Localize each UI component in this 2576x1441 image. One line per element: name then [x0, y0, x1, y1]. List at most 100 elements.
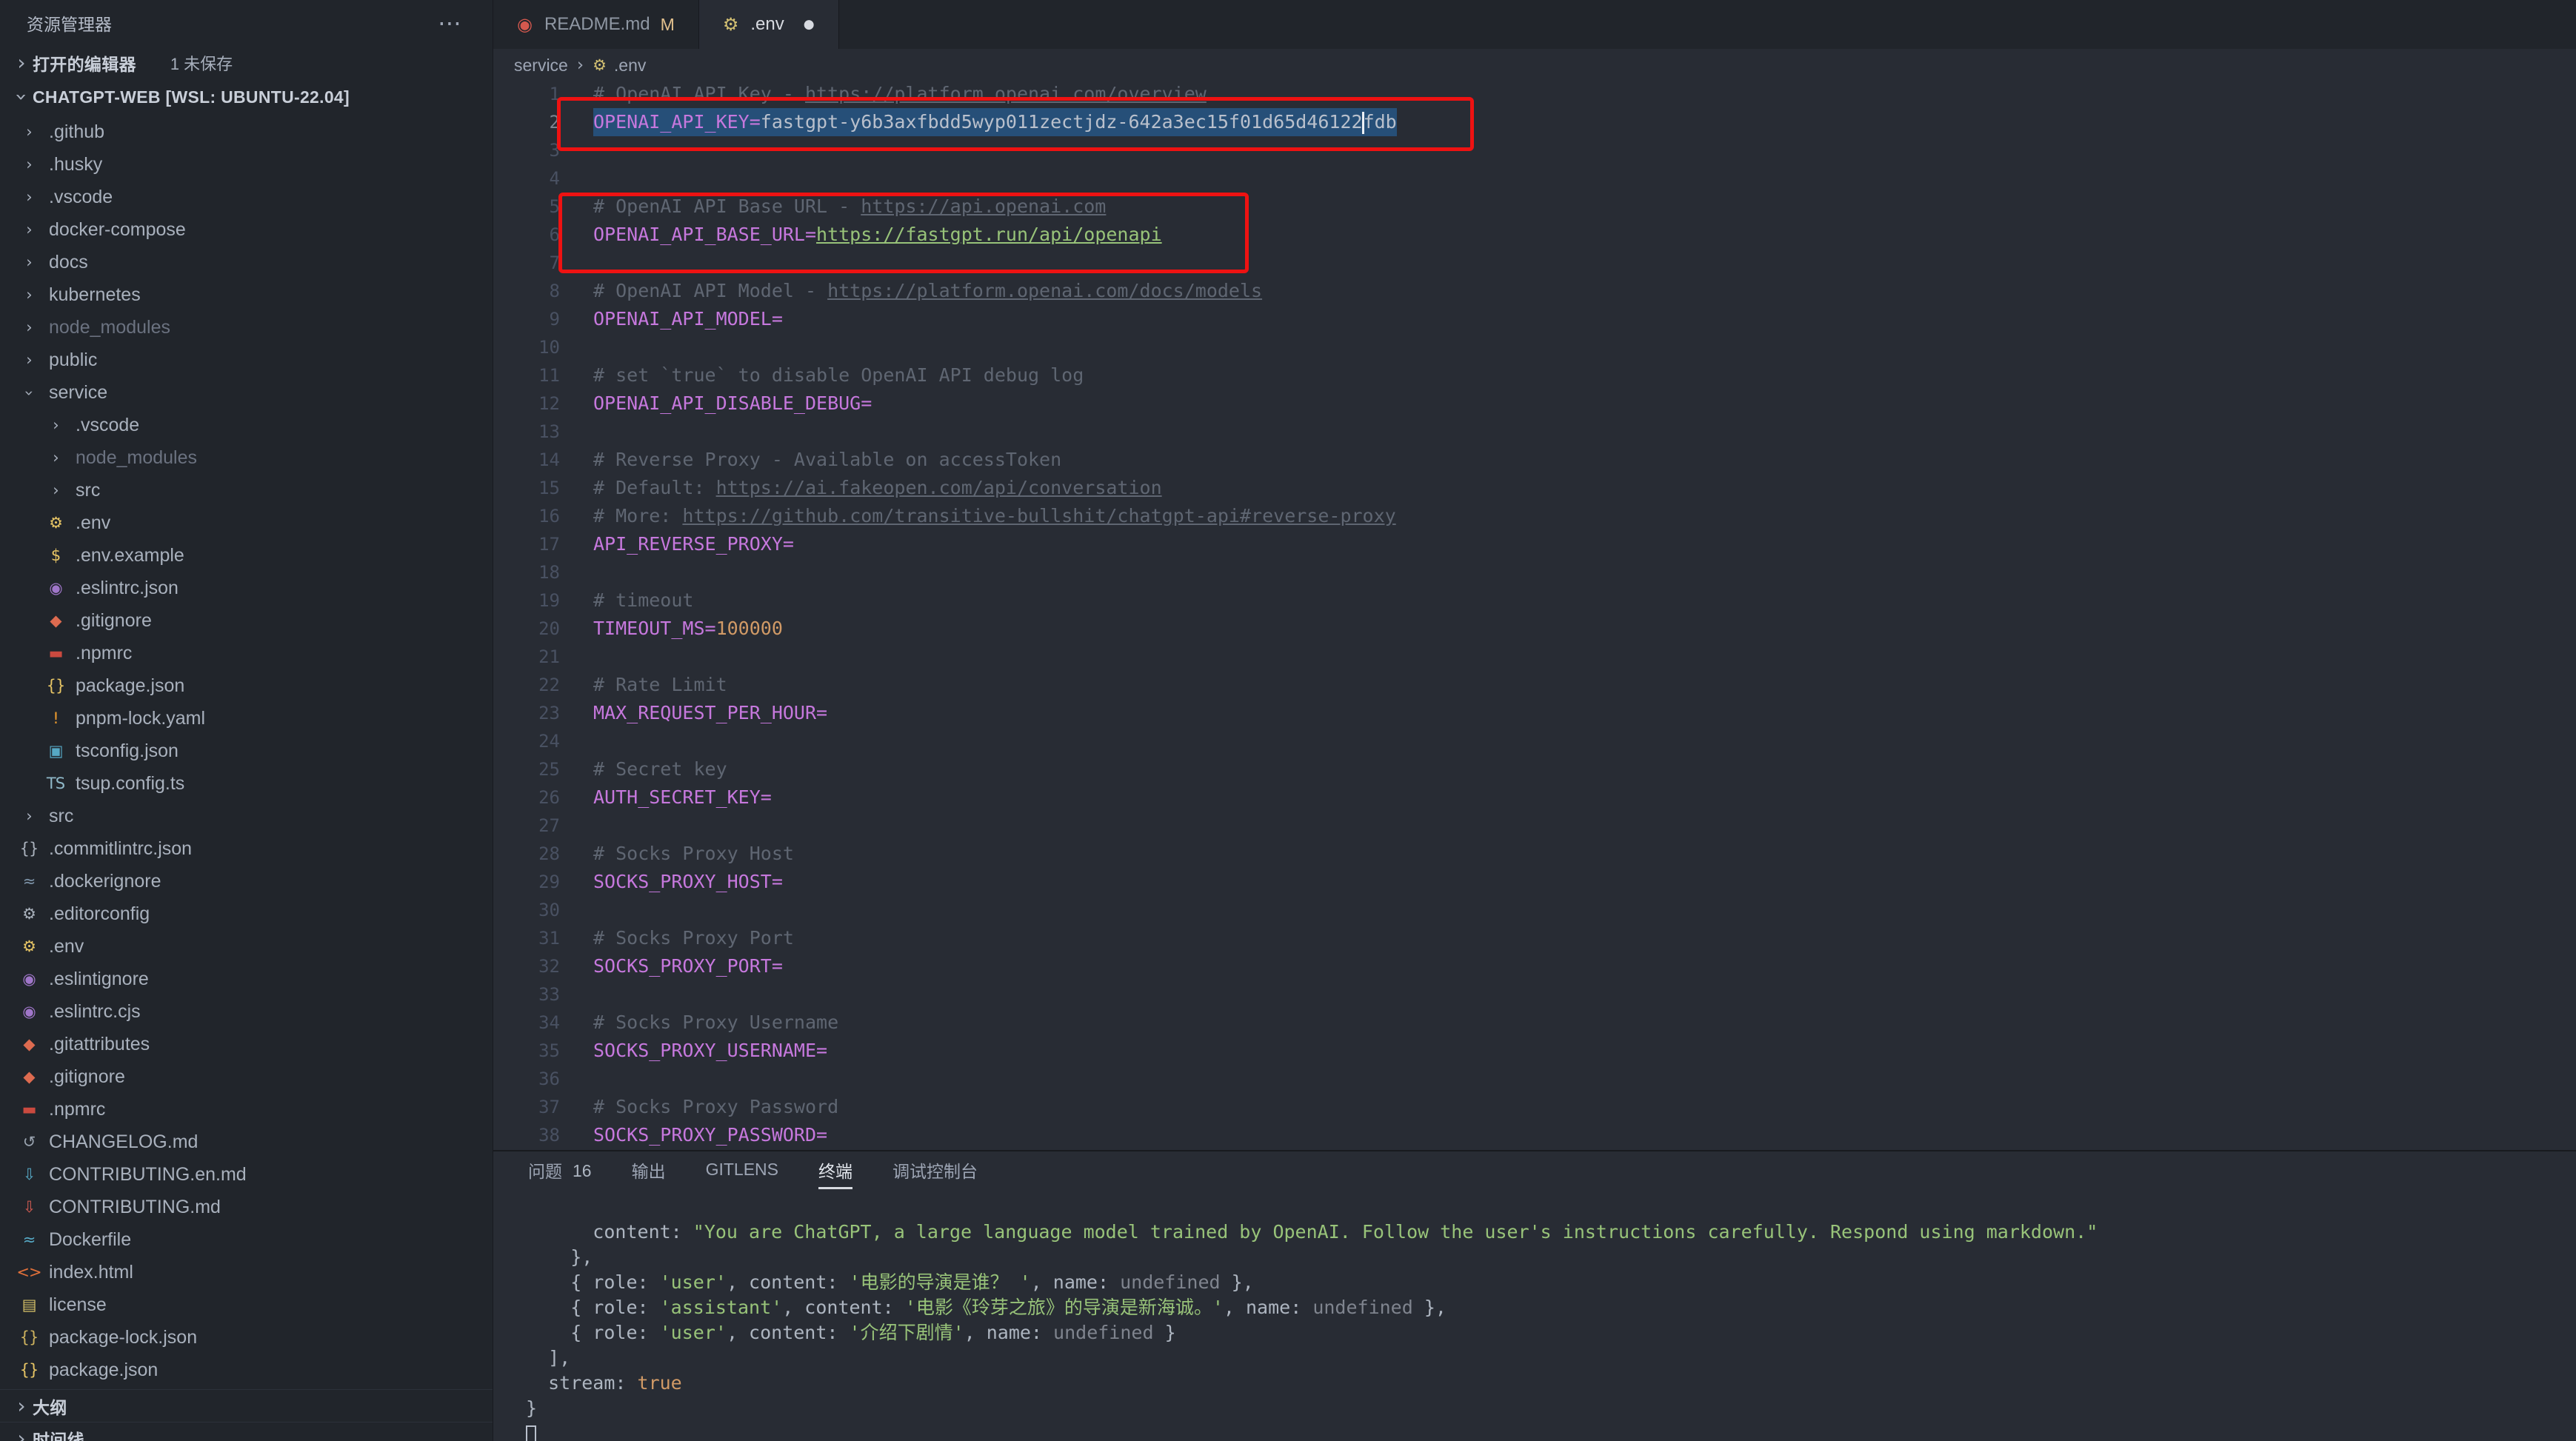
- code-line[interactable]: 1# OpenAI API Key - https://platform.ope…: [493, 80, 2576, 108]
- code-line[interactable]: 3: [493, 136, 2576, 164]
- code-line[interactable]: 7: [493, 249, 2576, 277]
- tree-item-.commitlintrc.json[interactable]: {}.commitlintrc.json: [0, 832, 493, 865]
- terminal-token: '电影《玲芽之旅》的导演是新海诚。': [905, 1297, 1224, 1318]
- code-text: API_REVERSE_PROXY=: [593, 530, 794, 558]
- tree-item-.vscode[interactable]: ›.vscode: [0, 409, 493, 441]
- code-line[interactable]: 24: [493, 727, 2576, 755]
- tree-item-CONTRIBUTING.en.md[interactable]: ⇩CONTRIBUTING.en.md: [0, 1158, 493, 1191]
- code-line[interactable]: 32SOCKS_PROXY_PORT=: [493, 952, 2576, 980]
- tree-item-.gitignore[interactable]: ◆.gitignore: [0, 1060, 493, 1093]
- panel-tab-问题[interactable]: 问题16: [508, 1151, 612, 1194]
- code-line[interactable]: 37# Socks Proxy Password: [493, 1093, 2576, 1121]
- tree-item-CHANGELOG.md[interactable]: ↺CHANGELOG.md: [0, 1126, 493, 1158]
- code-line[interactable]: 4: [493, 164, 2576, 193]
- code-line[interactable]: 26AUTH_SECRET_KEY=: [493, 783, 2576, 812]
- code-line[interactable]: 15# Default: https://ai.fakeopen.com/api…: [493, 474, 2576, 502]
- panel-tab-label: 调试控制台: [892, 1157, 978, 1189]
- line-number: 35: [493, 1037, 560, 1065]
- code-line[interactable]: 35SOCKS_PROXY_USERNAME=: [493, 1037, 2576, 1065]
- code-line[interactable]: 8# OpenAI API Model - https://platform.o…: [493, 277, 2576, 305]
- tree-item-.eslintrc.json[interactable]: ◉.eslintrc.json: [0, 572, 493, 604]
- tree-item-public[interactable]: ›public: [0, 344, 493, 376]
- tree-item-service[interactable]: ›service: [0, 376, 493, 409]
- code-line[interactable]: 13: [493, 418, 2576, 446]
- panel-tab-调试控制台[interactable]: 调试控制台: [872, 1151, 998, 1194]
- tree-item-node_modules[interactable]: ›node_modules: [0, 441, 493, 474]
- code-line[interactable]: 23MAX_REQUEST_PER_HOUR=: [493, 699, 2576, 727]
- open-editors-section[interactable]: › 打开的编辑器 1 未保存: [0, 46, 493, 80]
- code-line[interactable]: 29SOCKS_PROXY_HOST=: [493, 868, 2576, 896]
- tree-item-node_modules[interactable]: ›node_modules: [0, 311, 493, 344]
- code-line[interactable]: 17 API_REVERSE_PROXY=: [493, 530, 2576, 558]
- code-line[interactable]: 12OPENAI_API_DISABLE_DEBUG=: [493, 389, 2576, 418]
- tree-item-docs[interactable]: ›docs: [0, 246, 493, 278]
- tree-item-.npmrc[interactable]: ▬.npmrc: [0, 637, 493, 669]
- tree-item-.env[interactable]: ⚙.env: [0, 506, 493, 539]
- panel-tab-终端[interactable]: 终端: [798, 1151, 872, 1194]
- project-root-section[interactable]: › CHATGPT-WEB [WSL: UBUNTU-22.04]: [0, 80, 493, 114]
- code-line[interactable]: 27: [493, 812, 2576, 840]
- code-line[interactable]: 31# Socks Proxy Port: [493, 924, 2576, 952]
- code-line[interactable]: 11# set `true` to disable OpenAI API deb…: [493, 361, 2576, 389]
- code-line[interactable]: 19# timeout: [493, 586, 2576, 615]
- code-line[interactable]: 22# Rate Limit: [493, 671, 2576, 699]
- tree-item-docker-compose[interactable]: ›docker-compose: [0, 213, 493, 246]
- tree-item-.eslintrc.cjs[interactable]: ◉.eslintrc.cjs: [0, 995, 493, 1028]
- code-editor[interactable]: 1# OpenAI API Key - https://platform.ope…: [493, 80, 2576, 1150]
- tree-item-package.json[interactable]: {}package.json: [0, 1354, 493, 1386]
- tree-item-package-lock.json[interactable]: {}package-lock.json: [0, 1321, 493, 1354]
- tree-item-.npmrc[interactable]: ▬.npmrc: [0, 1093, 493, 1126]
- tree-item-Dockerfile[interactable]: ≈Dockerfile: [0, 1223, 493, 1256]
- tree-item-.editorconfig[interactable]: ⚙.editorconfig: [0, 897, 493, 930]
- code-line[interactable]: 34# Socks Proxy Username: [493, 1009, 2576, 1037]
- timeline-section[interactable]: › 时间线: [0, 1422, 493, 1441]
- code-line[interactable]: 36: [493, 1065, 2576, 1093]
- outline-section[interactable]: › 大纲: [0, 1389, 493, 1422]
- code-line[interactable]: 10: [493, 333, 2576, 361]
- code-line[interactable]: 16# More: https://github.com/transitive-…: [493, 502, 2576, 530]
- code-token: https://github.com/transitive-bullshit/c…: [682, 505, 1395, 526]
- tree-item-.vscode[interactable]: ›.vscode: [0, 181, 493, 213]
- code-line[interactable]: 21: [493, 643, 2576, 671]
- tab-README.md[interactable]: ◉README.mdM: [493, 0, 699, 49]
- code-line[interactable]: 5# OpenAI API Base URL - https://api.ope…: [493, 193, 2576, 221]
- tree-item-CONTRIBUTING.md[interactable]: ⇩CONTRIBUTING.md: [0, 1191, 493, 1223]
- panel-tab-GITLENS[interactable]: GITLENS: [686, 1151, 798, 1194]
- tree-item-pnpm-lock.yaml[interactable]: !pnpm-lock.yaml: [0, 702, 493, 735]
- tree-item-src[interactable]: ›src: [0, 800, 493, 832]
- tree-item-.dockerignore[interactable]: ≈.dockerignore: [0, 865, 493, 897]
- tab-.env[interactable]: ⚙.env●: [699, 0, 839, 49]
- tree-item-src[interactable]: ›src: [0, 474, 493, 506]
- code-line[interactable]: 30: [493, 896, 2576, 924]
- tree-item-package.json[interactable]: {}package.json: [0, 669, 493, 702]
- line-number: 17: [493, 530, 560, 558]
- tree-item-kubernetes[interactable]: ›kubernetes: [0, 278, 493, 311]
- more-actions-icon[interactable]: ⋯: [438, 9, 461, 37]
- code-line[interactable]: 6OPENAI_API_BASE_URL=https://fastgpt.run…: [493, 221, 2576, 249]
- tree-item-.gitignore[interactable]: ◆.gitignore: [0, 604, 493, 637]
- breadcrumb-folder[interactable]: service: [514, 56, 568, 76]
- panel-tab-输出[interactable]: 输出: [612, 1151, 686, 1194]
- tree-item-tsup.config.ts[interactable]: TStsup.config.ts: [0, 767, 493, 800]
- code-line[interactable]: 38SOCKS_PROXY_PASSWORD=: [493, 1121, 2576, 1149]
- tree-item-.husky[interactable]: ›.husky: [0, 148, 493, 181]
- code-line[interactable]: 33: [493, 980, 2576, 1009]
- tree-item-.gitattributes[interactable]: ◆.gitattributes: [0, 1028, 493, 1060]
- tree-item-.env[interactable]: ⚙.env: [0, 930, 493, 963]
- code-text: # OpenAI API Base URL - https://api.open…: [593, 193, 1106, 221]
- breadcrumb-file[interactable]: .env: [614, 56, 646, 76]
- tree-item-index.html[interactable]: <>index.html: [0, 1256, 493, 1288]
- code-line[interactable]: 28# Socks Proxy Host: [493, 840, 2576, 868]
- terminal-output[interactable]: content: "You are ChatGPT, a large langu…: [526, 1194, 2561, 1441]
- tree-item-tsconfig.json[interactable]: ▣tsconfig.json: [0, 735, 493, 767]
- tree-item-.eslintignore[interactable]: ◉.eslintignore: [0, 963, 493, 995]
- code-line[interactable]: 2OPENAI_API_KEY=fastgpt-y6b3axfbdd5wyp01…: [493, 108, 2576, 136]
- tree-item-.env.example[interactable]: $.env.example: [0, 539, 493, 572]
- tree-item-license[interactable]: ▤license: [0, 1288, 493, 1321]
- code-line[interactable]: 9OPENAI_API_MODEL=: [493, 305, 2576, 333]
- code-line[interactable]: 18: [493, 558, 2576, 586]
- code-line[interactable]: 14# Reverse Proxy - Available on accessT…: [493, 446, 2576, 474]
- tree-item-.github[interactable]: ›.github: [0, 116, 493, 148]
- code-line[interactable]: 25# Secret key: [493, 755, 2576, 783]
- code-line[interactable]: 20TIMEOUT_MS=100000: [493, 615, 2576, 643]
